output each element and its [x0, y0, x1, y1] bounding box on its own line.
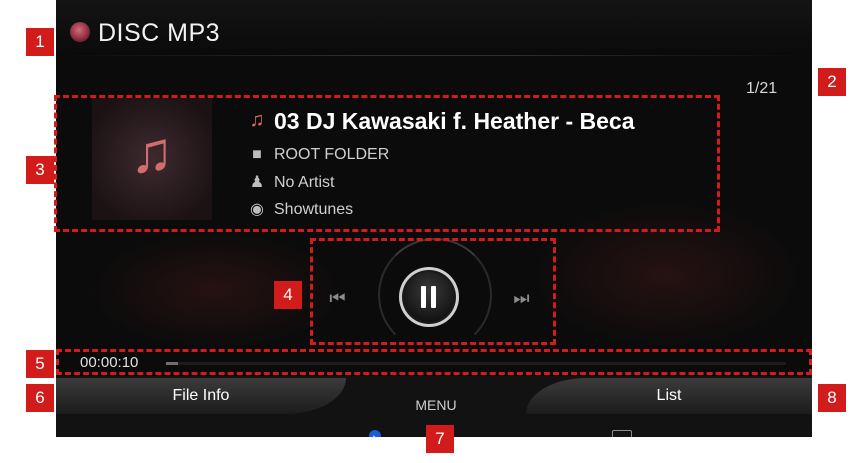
annotation-badge-7: 7 — [426, 425, 454, 453]
annotation-badge-4: 4 — [274, 281, 302, 309]
progress-highlight — [56, 349, 812, 375]
file-info-button[interactable]: File Info — [56, 378, 346, 414]
annotation-badge-3: 3 — [26, 156, 54, 184]
bluetooth-icon: ᛒ — [369, 430, 381, 437]
keyboard-icon — [612, 430, 632, 437]
track-counter: 1/21 — [746, 80, 778, 97]
list-button[interactable]: List — [526, 378, 812, 414]
annotation-badge-5: 5 — [26, 350, 54, 378]
title-bar: DISC MP3 — [56, 0, 812, 56]
page-title: DISC MP3 — [98, 19, 221, 47]
annotation-badge-1: 1 — [26, 28, 54, 56]
menu-button[interactable]: MENU — [386, 397, 486, 413]
title-divider — [56, 55, 812, 56]
background-glow-left — [86, 230, 346, 350]
disc-icon — [70, 22, 90, 42]
annotation-badge-6: 6 — [26, 384, 54, 412]
playback-controls-highlight — [310, 238, 556, 345]
track-info-highlight — [54, 95, 720, 232]
annotation-badge-8: 8 — [818, 384, 846, 412]
annotation-badge-2: 2 — [818, 68, 846, 96]
